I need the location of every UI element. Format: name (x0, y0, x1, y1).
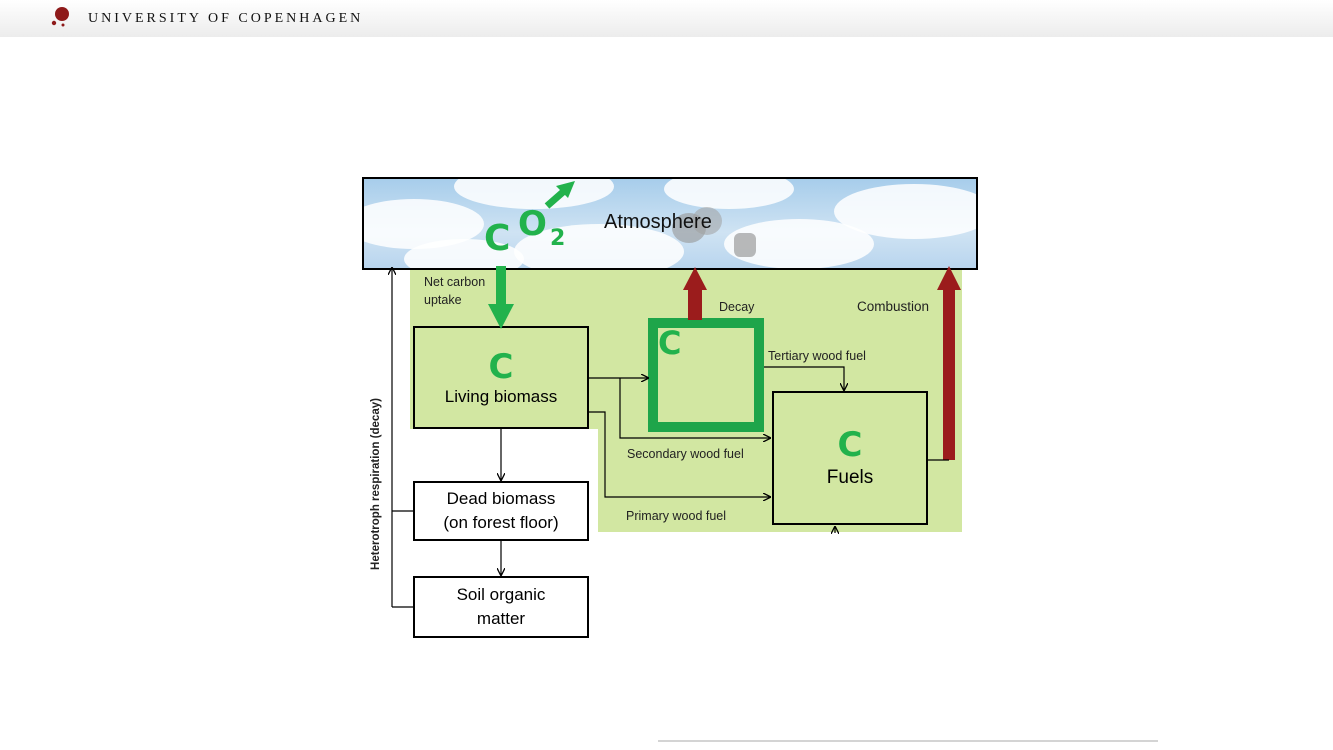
tertiary-wood-fuel-arrow (764, 366, 844, 390)
co2-release-arrow (544, 181, 575, 209)
footer-divider (658, 740, 1158, 742)
flow-arrows (0, 181, 961, 608)
combustion-label: Combustion (857, 299, 930, 314)
secondary-wood-fuel-arrow (619, 378, 770, 438)
tertiary-wood-fuel-label: Tertiary wood fuel (768, 349, 866, 363)
carbon-cycle-diagram: Atmosphere C O 2 C Living biomass C C Fu… (0, 0, 1333, 750)
secondary-wood-fuel-label: Secondary wood fuel (627, 447, 744, 461)
heterotroph-respiration-label: Heterotroph respiration (decay) (370, 398, 382, 570)
decay-label: Decay (719, 300, 755, 314)
net-carbon-uptake-label-line2: uptake (424, 293, 462, 307)
net-carbon-uptake-arrow (488, 266, 514, 329)
primary-wood-fuel-label: Primary wood fuel (626, 509, 727, 523)
net-carbon-uptake-label-line1: Net carbon (424, 275, 486, 289)
combustion-arrow (928, 266, 961, 461)
decay-arrow (683, 267, 707, 320)
heterotroph-respiration-arrow (392, 268, 413, 608)
